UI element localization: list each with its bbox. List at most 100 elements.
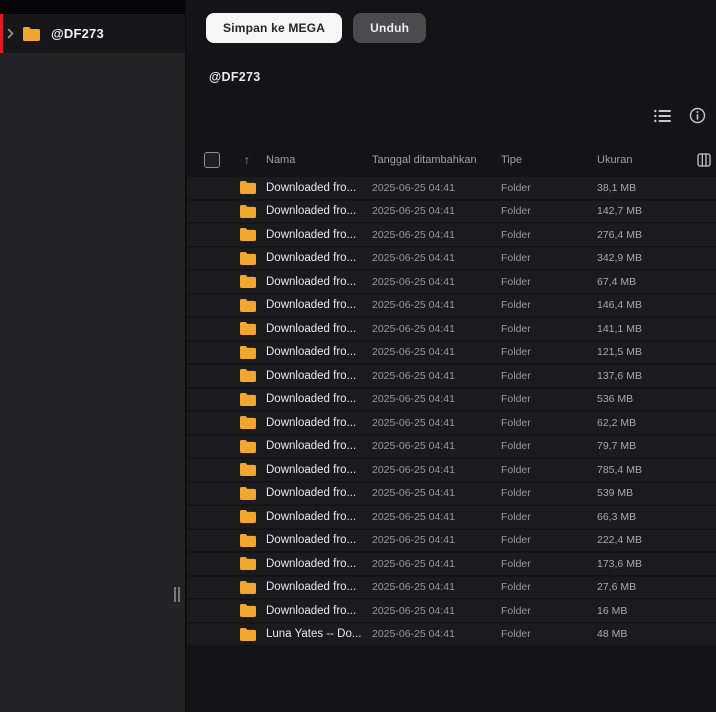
folder-icon	[240, 510, 256, 524]
table-row[interactable]: Downloaded fro... 2025-06-25 04:41 Folde…	[187, 435, 716, 459]
file-date: 2025-06-25 04:41	[372, 557, 455, 570]
file-name: Downloaded fro...	[266, 299, 357, 312]
table-row[interactable]: Downloaded fro... 2025-06-25 04:41 Folde…	[187, 553, 716, 577]
file-date: 2025-06-25 04:41	[372, 487, 455, 500]
file-size: 173,6 MB	[597, 557, 642, 570]
file-type: Folder	[501, 299, 531, 312]
file-name: Downloaded fro...	[266, 487, 357, 500]
file-type: Folder	[501, 440, 531, 453]
file-size: 539 MB	[597, 487, 634, 500]
column-header-date[interactable]: Tanggal ditambahkan	[372, 154, 501, 166]
file-size: 67,4 MB	[597, 275, 637, 288]
file-size: 48 MB	[597, 628, 628, 641]
table-row[interactable]: Downloaded fro... 2025-06-25 04:41 Folde…	[187, 459, 716, 483]
file-type: Folder	[501, 463, 531, 476]
table-row[interactable]: Downloaded fro... 2025-06-25 04:41 Folde…	[187, 506, 716, 530]
file-date: 2025-06-25 04:41	[372, 205, 455, 218]
download-button[interactable]: Unduh	[353, 13, 427, 43]
folder-icon	[240, 251, 256, 265]
file-date: 2025-06-25 04:41	[372, 275, 455, 288]
select-all-checkbox[interactable]	[204, 151, 220, 168]
file-date: 2025-06-25 04:41	[372, 346, 455, 359]
sidebar-resize-handle[interactable]	[174, 587, 182, 602]
file-name: Downloaded fro...	[266, 604, 357, 617]
table-row[interactable]: Downloaded fro... 2025-06-25 04:41 Folde…	[187, 412, 716, 436]
chevron-right-icon[interactable]	[7, 28, 14, 39]
table-row[interactable]: Downloaded fro... 2025-06-25 04:41 Folde…	[187, 271, 716, 295]
table-row[interactable]: Downloaded fro... 2025-06-25 04:41 Folde…	[187, 576, 716, 600]
file-size: 38,1 MB	[597, 181, 637, 194]
column-header-size[interactable]: Ukuran	[597, 154, 676, 166]
info-circle-icon[interactable]	[689, 107, 706, 124]
file-type: Folder	[501, 275, 531, 288]
file-name: Luna Yates -- Do...	[266, 628, 362, 641]
file-name: Downloaded fro...	[266, 534, 357, 547]
folder-icon	[240, 416, 256, 430]
table-row[interactable]: Downloaded fro... 2025-06-25 04:41 Folde…	[187, 318, 716, 342]
file-name: Downloaded fro...	[266, 557, 357, 570]
file-size: 79,7 MB	[597, 440, 637, 453]
sidebar: @DF273	[0, 0, 186, 712]
table-row[interactable]: Downloaded fro... 2025-06-25 04:41 Folde…	[187, 341, 716, 365]
selected-accent-bar	[0, 14, 3, 53]
file-type: Folder	[501, 252, 531, 265]
file-type: Folder	[501, 322, 531, 335]
folder-icon	[240, 181, 256, 195]
table-header: ↑ Nama Tanggal ditambahkan Tipe Ukuran	[187, 142, 716, 177]
table-row[interactable]: Downloaded fro... 2025-06-25 04:41 Folde…	[187, 177, 716, 201]
file-date: 2025-06-25 04:41	[372, 228, 455, 241]
file-size: 276,4 MB	[597, 228, 642, 241]
table-row[interactable]: Downloaded fro... 2025-06-25 04:41 Folde…	[187, 247, 716, 271]
table-row[interactable]: Downloaded fro... 2025-06-25 04:41 Folde…	[187, 388, 716, 412]
file-size: 785,4 MB	[597, 463, 642, 476]
file-name: Downloaded fro...	[266, 369, 357, 382]
table-row[interactable]: Downloaded fro... 2025-06-25 04:41 Folde…	[187, 600, 716, 624]
file-name: Downloaded fro...	[266, 252, 357, 265]
file-date: 2025-06-25 04:41	[372, 604, 455, 617]
table-row[interactable]: Downloaded fro... 2025-06-25 04:41 Folde…	[187, 529, 716, 553]
folder-icon	[240, 557, 256, 571]
file-size: 121,5 MB	[597, 346, 642, 359]
save-to-mega-button[interactable]: Simpan ke MEGA	[206, 13, 343, 43]
column-header-type[interactable]: Tipe	[501, 154, 597, 166]
folder-icon	[240, 439, 256, 453]
folder-icon	[240, 369, 256, 383]
list-view-icon[interactable]	[654, 109, 671, 123]
table-row[interactable]: Downloaded fro... 2025-06-25 04:41 Folde…	[187, 482, 716, 506]
folder-icon	[240, 204, 256, 218]
file-size: 222,4 MB	[597, 534, 642, 547]
file-date: 2025-06-25 04:41	[372, 510, 455, 523]
table-row[interactable]: Downloaded fro... 2025-06-25 04:41 Folde…	[187, 200, 716, 224]
table-row[interactable]: Luna Yates -- Do... 2025-06-25 04:41 Fol…	[187, 623, 716, 647]
column-header-name[interactable]: Nama	[266, 154, 372, 166]
file-name: Downloaded fro...	[266, 393, 357, 406]
file-type: Folder	[501, 628, 531, 641]
file-date: 2025-06-25 04:41	[372, 181, 455, 194]
columns-icon[interactable]	[697, 152, 711, 167]
file-size: 146,4 MB	[597, 299, 642, 312]
folder-icon	[23, 26, 40, 41]
file-date: 2025-06-25 04:41	[372, 534, 455, 547]
folder-icon	[240, 275, 256, 289]
table-row[interactable]: Downloaded fro... 2025-06-25 04:41 Folde…	[187, 224, 716, 248]
file-name: Downloaded fro...	[266, 440, 357, 453]
file-type: Folder	[501, 557, 531, 570]
folder-icon	[240, 627, 256, 641]
sidebar-item-df273[interactable]: @DF273	[0, 14, 185, 53]
sort-ascending-icon[interactable]: ↑	[244, 153, 250, 167]
file-type: Folder	[501, 346, 531, 359]
file-type: Folder	[501, 487, 531, 500]
file-type: Folder	[501, 369, 531, 382]
sidebar-top-strip	[0, 0, 185, 14]
folder-icon	[240, 486, 256, 500]
table-row[interactable]: Downloaded fro... 2025-06-25 04:41 Folde…	[187, 365, 716, 389]
file-date: 2025-06-25 04:41	[372, 393, 455, 406]
page-title: @DF273	[209, 70, 261, 84]
file-type: Folder	[501, 581, 531, 594]
file-date: 2025-06-25 04:41	[372, 369, 455, 382]
file-size: 16 MB	[597, 604, 628, 617]
table-row[interactable]: Downloaded fro... 2025-06-25 04:41 Folde…	[187, 294, 716, 318]
file-name: Downloaded fro...	[266, 346, 357, 359]
file-name: Downloaded fro...	[266, 416, 357, 429]
file-type: Folder	[501, 534, 531, 547]
